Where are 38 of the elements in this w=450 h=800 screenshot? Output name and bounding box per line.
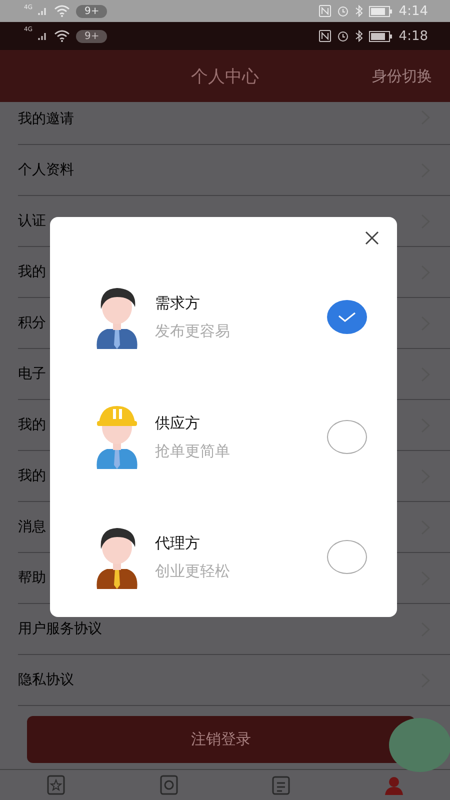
status-time: 4:14 — [398, 4, 428, 18]
bluetooth-icon — [354, 5, 363, 17]
wifi-icon — [54, 5, 70, 17]
check-icon — [337, 311, 357, 323]
logout-button[interactable]: 注销登录 — [27, 716, 415, 763]
alarm-icon — [336, 30, 349, 42]
option-title: 代理方 — [155, 534, 201, 552]
signal-icon — [38, 31, 48, 41]
notification-badge: 9+ — [76, 30, 108, 42]
option-title: 需求方 — [155, 294, 201, 312]
radio-button[interactable] — [327, 300, 367, 334]
menu-item[interactable]: 个人资料 — [18, 161, 421, 179]
option-subtitle: 抢单更简单 — [155, 442, 231, 460]
option-subtitle: 发布更容易 — [155, 322, 231, 340]
battery-icon — [368, 30, 393, 42]
person-icon — [384, 775, 404, 795]
option-subtitle: 创业更轻松 — [155, 562, 231, 580]
status-time: 4:18 — [398, 28, 428, 44]
battery-icon — [368, 6, 393, 16]
wifi-icon — [54, 30, 70, 42]
floating-button[interactable] — [389, 718, 450, 772]
radio-button[interactable] — [327, 420, 367, 454]
page-title: 个人中心 — [191, 66, 259, 88]
menu-item[interactable]: 我的邀请 — [18, 110, 421, 128]
notification-badge: 9+ — [76, 4, 108, 18]
close-button[interactable] — [364, 230, 380, 246]
signal-icon — [38, 6, 48, 16]
radio-button[interactable] — [327, 540, 367, 574]
switch-identity-link[interactable]: 身份切换 — [372, 66, 432, 86]
nfc-icon — [318, 5, 331, 17]
nfc-icon — [318, 30, 331, 42]
option-title: 供应方 — [155, 414, 201, 432]
alarm-icon — [336, 5, 349, 17]
menu-item[interactable]: 用户服务协议 — [18, 620, 421, 638]
menu-item[interactable]: 隐私协议 — [18, 671, 421, 689]
bluetooth-icon — [354, 30, 363, 42]
document-icon — [272, 775, 290, 795]
frame-icon — [160, 775, 178, 795]
